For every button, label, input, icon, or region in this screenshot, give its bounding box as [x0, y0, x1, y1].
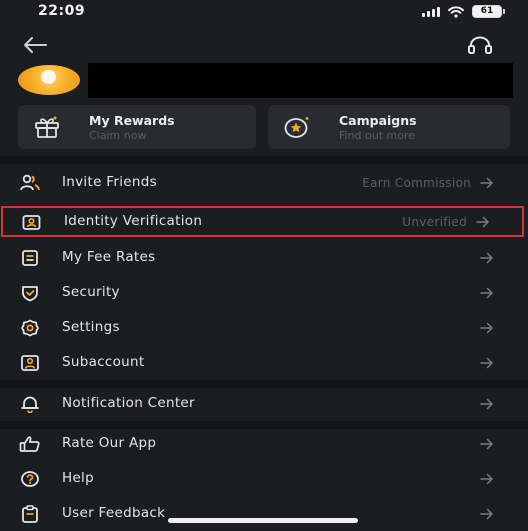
bell-icon	[21, 396, 39, 413]
card-title: Campaigns	[339, 113, 417, 128]
arrow-right-icon	[480, 473, 493, 485]
arrow-right-icon	[480, 398, 493, 410]
menu-item-label: My Fee Rates	[62, 249, 156, 265]
menu-item-label: Notification Center	[62, 395, 195, 411]
user-box-icon	[21, 355, 39, 371]
menu-item-settings[interactable]: Settings	[0, 311, 528, 345]
arrow-right-icon	[480, 177, 493, 189]
my-rewards-card[interactable]: My Rewards Claim now	[18, 105, 256, 149]
menu-item-user-feedback[interactable]: User Feedback	[0, 497, 528, 531]
menu-item-my-fee-rates[interactable]: My Fee Rates	[0, 241, 528, 275]
card-subtitle: Find out more	[339, 129, 416, 142]
status-time: 22:09	[38, 3, 86, 19]
arrow-right-icon	[480, 287, 493, 299]
gift-icon	[35, 116, 59, 138]
home-indicator[interactable]	[168, 518, 358, 523]
status-bar: 22:09 61	[0, 0, 528, 26]
status-icons: 61	[422, 5, 505, 18]
shield-icon	[22, 286, 38, 302]
menu-item-label: Security	[62, 284, 120, 300]
profile-header	[0, 62, 528, 98]
menu-item-notification-center[interactable]: Notification Center	[0, 387, 528, 421]
arrow-right-icon	[480, 508, 493, 520]
quick-cards: My Rewards Claim now Campaigns Find out …	[18, 105, 510, 149]
menu-item-label: Invite Friends	[62, 174, 157, 190]
menu-item-label: Identity Verification	[64, 213, 203, 229]
cellular-signal-icon	[422, 6, 440, 17]
arrow-right-icon	[480, 252, 493, 264]
verification-status: Unverified	[402, 215, 467, 229]
menu-item-rate-our-app[interactable]: Rate Our App	[0, 427, 528, 461]
thumbs-up-icon	[19, 436, 40, 452]
headset-icon[interactable]	[466, 35, 494, 55]
menu-item-security[interactable]: Security	[0, 276, 528, 310]
wifi-icon	[448, 5, 464, 18]
menu-item-value: Earn Commission	[362, 176, 471, 190]
arrow-left-icon[interactable]	[22, 36, 48, 54]
menu-item-label: Help	[62, 470, 94, 486]
top-nav	[0, 30, 528, 60]
menu-item-subaccount[interactable]: Subaccount	[0, 346, 528, 380]
battery-indicator: 61	[472, 5, 505, 18]
menu-item-label: User Feedback	[62, 505, 166, 521]
card-title: My Rewards	[89, 113, 175, 128]
star-badge-icon	[284, 117, 309, 138]
section-divider	[0, 156, 528, 164]
arrow-right-icon	[480, 322, 493, 334]
menu-item-identity-verification[interactable]: Identity Verification Unverified	[1, 206, 524, 237]
menu-item-label: Settings	[62, 319, 120, 335]
menu-item-label: Subaccount	[62, 354, 145, 370]
id-card-icon	[22, 215, 41, 230]
redacted-user-name	[88, 63, 513, 98]
menu-item-invite-friends[interactable]: Invite Friends Earn Commission	[0, 166, 528, 200]
users-icon	[20, 174, 40, 191]
arrow-right-icon	[476, 216, 489, 228]
card-subtitle: Claim now	[89, 129, 147, 142]
campaigns-card[interactable]: Campaigns Find out more	[268, 105, 510, 149]
menu-item-help[interactable]: Help	[0, 462, 528, 496]
arrow-right-icon	[480, 357, 493, 369]
menu-item-label: Rate Our App	[62, 435, 157, 451]
help-icon	[21, 471, 39, 487]
arrow-right-icon	[480, 438, 493, 450]
clipboard-icon	[22, 505, 38, 523]
receipt-icon	[22, 250, 38, 266]
gear-icon	[21, 319, 39, 337]
avatar[interactable]	[18, 65, 80, 95]
